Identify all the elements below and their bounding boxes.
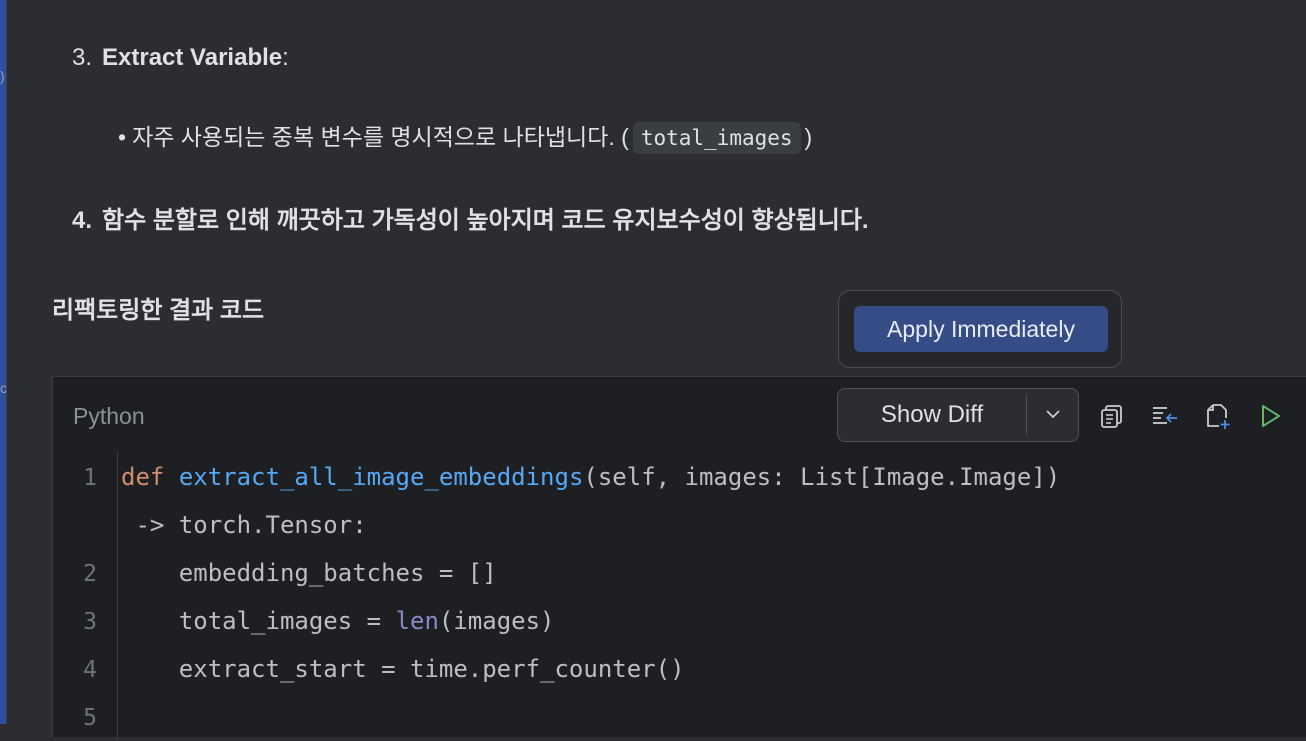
show-diff-dropdown[interactable] [1027, 389, 1078, 441]
signature: (self, images: List[Image.Image]) [583, 463, 1061, 491]
paren-close: ) [804, 124, 813, 150]
gutter-separator [117, 451, 118, 741]
chat-message: 3. Extract Variable: • 자주 사용되는 중복 변수를 명시적으… [0, 0, 1306, 741]
bullet-item: • 자주 사용되는 중복 변수를 명시적으로 나타냅니다. (total_imag… [118, 118, 813, 154]
function-name: extract_all_image_embeddings [178, 463, 584, 491]
line-number: 2 [83, 561, 97, 587]
show-diff-button[interactable]: Show Diff [838, 389, 1026, 441]
code-line: embedding_batches = [] [121, 559, 497, 587]
list-item-benefit: 4. 함수 분할로 인해 깨끗하고 가독성이 높아지며 코드 유지보수성이 향상됩… [72, 200, 869, 235]
language-label: Python [73, 403, 145, 429]
copy-icon[interactable] [1097, 401, 1127, 431]
line-number: 4 [83, 657, 97, 683]
apply-immediately-button[interactable]: Apply Immediately [854, 306, 1108, 352]
list-item-extract-variable: 3. Extract Variable: [72, 44, 289, 72]
bullet-text: 자주 사용되는 중복 변수를 명시적으로 나타냅니다. [132, 124, 615, 150]
code-line-wrap: -> torch.Tensor: [121, 511, 367, 539]
code-segment: total_images = [121, 607, 396, 635]
list-item-text: 함수 분할로 인해 깨끗하고 가독성이 높아지며 코드 유지보수성이 향상됩니다… [102, 207, 869, 234]
paren-open: ( [621, 124, 629, 150]
run-icon[interactable] [1255, 401, 1285, 431]
bullet-symbol: • [118, 124, 127, 150]
list-number: 3. [72, 44, 93, 71]
line-number: 1 [83, 465, 97, 491]
code-segment: (images) [438, 607, 555, 635]
show-diff-split-button: Show Diff [837, 388, 1079, 442]
list-item-colon: : [282, 44, 289, 71]
code-block: Python Show Diff 1 2 3 4 5 def extract_a… [52, 376, 1306, 741]
inline-code: total_images [632, 122, 801, 154]
apply-popup: Apply Immediately [838, 290, 1122, 368]
insert-at-caret-icon[interactable] [1150, 401, 1180, 431]
builtin-len: len [395, 607, 439, 635]
chevron-down-icon [1045, 406, 1061, 424]
list-number: 4. [72, 207, 93, 234]
list-item-title: Extract Variable [102, 44, 283, 71]
code-line: def extract_all_image_embeddings(self, i… [121, 463, 1060, 491]
section-title: 리팩토링한 결과 코드 [52, 297, 265, 324]
keyword-def: def [121, 463, 165, 491]
new-file-icon[interactable] [1203, 401, 1233, 431]
line-number: 3 [83, 609, 97, 635]
code-line: extract_start = time.perf_counter() [121, 655, 685, 683]
code-line: total_images = len(images) [121, 607, 555, 635]
line-number: 5 [83, 705, 97, 731]
